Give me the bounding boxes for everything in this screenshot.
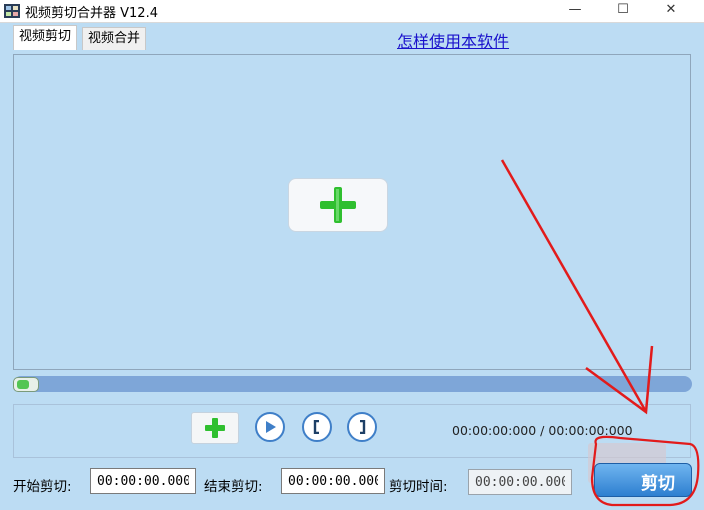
play-icon [266, 421, 276, 433]
help-link[interactable]: 怎样使用本软件 [397, 28, 509, 52]
window-title: 视频剪切合并器 V12.4 [25, 6, 158, 21]
start-cut-input[interactable] [90, 468, 196, 494]
tab-video-cut[interactable]: 视频剪切 [13, 25, 78, 50]
add-video-button[interactable] [288, 178, 388, 232]
main-window: 视频剪切 视频合并 怎样使用本软件 00:00:00:000 / 00:00:0… [0, 23, 704, 510]
cut-duration-label: 剪切时间: [389, 479, 448, 495]
video-preview-area[interactable] [13, 54, 691, 370]
end-cut-input[interactable] [281, 468, 385, 494]
cut-button-label: 剪切 [641, 474, 675, 494]
mark-in-button[interactable] [302, 412, 332, 442]
progress-track[interactable] [13, 376, 692, 392]
end-cut-label: 结束剪切: [204, 479, 263, 495]
app-icon [4, 4, 20, 18]
plus-icon [320, 187, 356, 223]
play-button[interactable] [255, 412, 285, 442]
start-cut-label: 开始剪切: [13, 479, 72, 495]
mark-in-icon [313, 420, 319, 434]
cut-duration-field [468, 469, 572, 495]
minimize-button[interactable]: — [552, 0, 598, 22]
title-bar: 视频剪切合并器 V12.4 — ☐ ✕ [0, 0, 704, 23]
tab-video-merge[interactable]: 视频合并 [82, 27, 147, 50]
maximize-button[interactable]: ☐ [600, 0, 646, 22]
add-file-button[interactable] [191, 412, 239, 444]
cut-button[interactable]: 剪切 [594, 463, 692, 497]
mark-out-button[interactable] [347, 412, 377, 442]
mark-out-icon [360, 420, 366, 434]
timecode-display: 00:00:00:000 / 00:00:00:000 [452, 423, 633, 438]
close-button[interactable]: ✕ [648, 0, 694, 22]
plus-icon [205, 418, 225, 438]
progress-handle[interactable] [13, 377, 39, 392]
